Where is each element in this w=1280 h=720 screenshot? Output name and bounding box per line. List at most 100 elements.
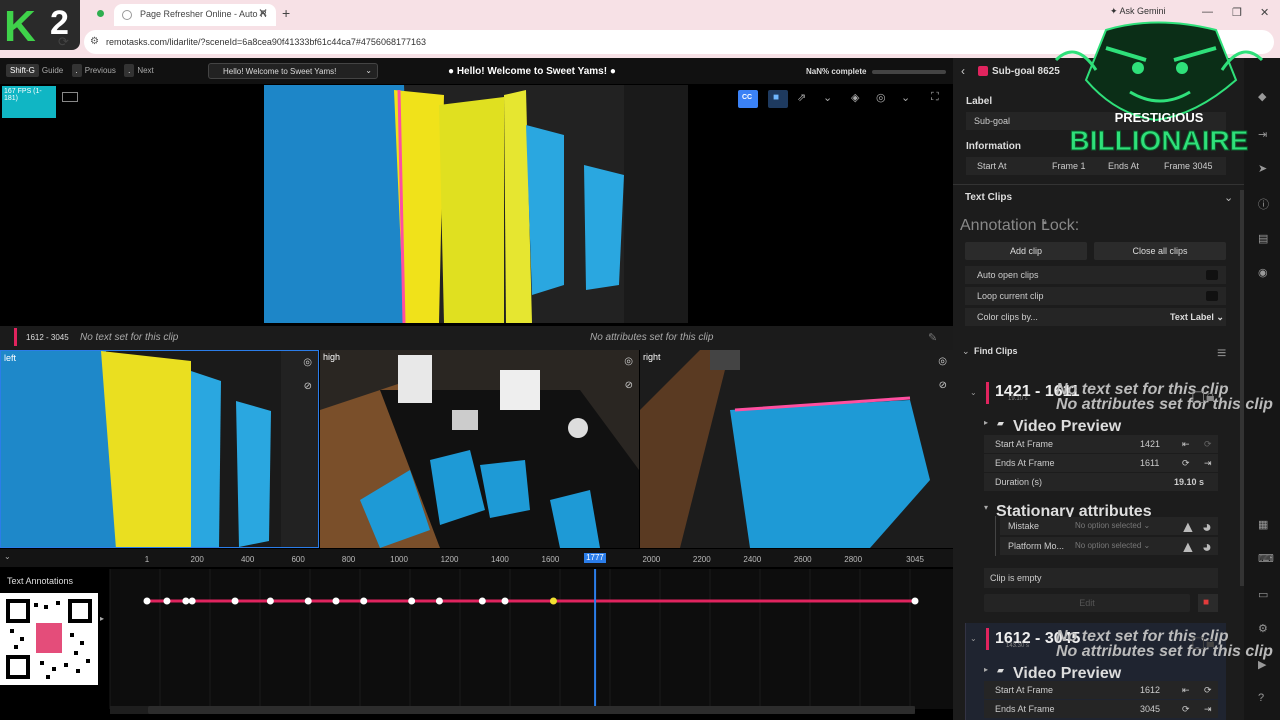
keyframe-dot[interactable] [188,597,196,605]
minimize-icon[interactable]: — [1202,6,1213,18]
left-hide-icon[interactable]: ⊘ [304,381,312,392]
text-clips-chevron-icon[interactable]: ⌄ [1224,191,1233,204]
clip1-end-value[interactable]: 1611 [1140,458,1159,468]
stationary-collapse-icon[interactable]: ▾ [984,503,988,512]
loop-current-clip-toggle[interactable] [1206,291,1218,301]
settings-gear-icon[interactable]: ⚙ [1258,622,1268,635]
fullscreen-icon[interactable]: ⛶ [931,91,939,104]
ask-gemini-button[interactable]: ✦ Ask Gemini [1110,6,1166,17]
right-target-icon[interactable]: ◎ [938,356,947,367]
mistake-warning-icon[interactable]: ▲ [1180,519,1196,537]
clip1-start-value[interactable]: 1421 [1140,439,1160,449]
clip2-reset-end-icon[interactable]: ⟳ [1182,704,1190,715]
edit-button[interactable]: Edit [984,594,1190,612]
info-icon[interactable]: ⓘ [1258,196,1269,212]
lock-icon[interactable]: 🔒︎ [1042,216,1047,227]
find-clips-chevron-icon[interactable]: ⌄ [962,346,970,357]
platform-warning-icon[interactable]: ▲ [1180,539,1196,557]
delete-icon[interactable]: ■ [1198,594,1218,612]
clip2-collapse-icon[interactable]: ⌄ [970,634,977,643]
right-hide-icon[interactable]: ⊘ [939,380,947,391]
high-target-icon[interactable]: ◎ [624,356,633,367]
next-link[interactable]: Next [137,66,153,75]
clip2-checkbox-icon[interactable]: ☐ [1191,634,1205,654]
keyframe-dot[interactable] [501,597,509,605]
main-3d-view[interactable] [264,85,688,323]
view-chevron-down-icon[interactable]: ⌄ [823,91,832,104]
platform-select[interactable]: No option selected ⌄ [1075,541,1150,550]
clip1-reset-end-icon[interactable]: ⟳ [1182,458,1190,469]
clip1-checkbox-icon[interactable]: ☐ [1191,388,1205,408]
mistake-palette-icon[interactable]: ◕ [1202,519,1212,537]
clip2-skip-end-icon[interactable]: ⇥ [1204,704,1212,715]
color-clips-by-row[interactable]: Color clips by... Text Label ⌄ [965,308,1226,326]
keyframe-dot[interactable] [549,597,557,605]
clip1-lock-icon[interactable]: 🔒︎ [1206,388,1215,406]
target-icon[interactable]: ◎ [876,91,886,104]
clip2-start-value[interactable]: 1612 [1140,685,1160,695]
clip1-skip-start-icon[interactable]: ⇤ [1182,439,1190,450]
grid-icon[interactable]: ▦ [1258,518,1268,531]
keyframe-dot[interactable] [911,597,919,605]
document-icon[interactable]: ▤ [1258,232,1268,245]
ruler-collapse-icon[interactable]: ⌄ [4,552,11,561]
play-square-icon[interactable]: ▶ [1258,658,1266,671]
filter-list-icon[interactable]: ≡ [1217,345,1226,363]
timeline-scrollbar[interactable] [110,706,915,714]
clip1-video-preview[interactable]: Video Preview [1013,418,1121,436]
clip2-end-value[interactable]: 3045 [1140,704,1160,714]
clip1-skip-end-icon[interactable]: ⇥ [1204,458,1212,469]
current-frame-badge[interactable]: 1777 [584,553,607,563]
restore-icon[interactable]: ❐ [1232,6,1242,19]
spiral-icon[interactable]: ◉ [1258,266,1268,279]
browser-tab[interactable]: Page Refresher Online - Auto R [114,4,276,26]
chat-icon[interactable]: ▭ [1258,588,1268,601]
help-icon[interactable]: ? [1258,692,1264,704]
keyboard-icon[interactable] [62,92,78,102]
close-window-icon[interactable]: ✕ [1260,6,1269,19]
close-all-clips-button[interactable]: Close all clips [1094,242,1226,260]
clip2-reset-start-icon[interactable]: ⟳ [1204,685,1212,696]
external-link-icon[interactable]: ⇗ [797,91,806,104]
keyframe-dot[interactable] [478,597,486,605]
camera-icon[interactable]: ■ [768,90,788,108]
keyframe-dot[interactable] [304,597,312,605]
keyboard-shortcuts-icon[interactable]: ⌨ [1258,552,1274,565]
video-preview-expand-icon[interactable]: ▸ [984,418,988,427]
keyframe-dot[interactable] [266,597,274,605]
target-chevron-down-icon[interactable]: ⌄ [901,91,910,104]
clip2-lock-icon[interactable]: 🔒︎ [1206,634,1215,652]
keyframe-dot[interactable] [360,597,368,605]
platform-palette-icon[interactable]: ◕ [1202,539,1212,557]
site-info-icon[interactable]: ⚙ [90,36,99,47]
left-target-icon[interactable]: ◎ [303,357,312,368]
timeline-scroll-thumb[interactable] [148,706,915,714]
welcome-dropdown[interactable]: Hello! Welcome to Sweet Yams! ⌄ [208,63,378,79]
keyframe-dot[interactable] [143,597,151,605]
back-chevron-icon[interactable]: ‹ [961,64,965,78]
keyframe-dot[interactable] [163,597,171,605]
edit-pencil-icon[interactable]: ✎ [928,331,937,344]
keyframe-dot[interactable] [435,597,443,605]
add-clip-button[interactable]: Add clip [965,242,1087,260]
previous-link[interactable]: Previous [85,66,116,75]
tab-close-icon[interactable]: ✕ [258,6,268,20]
reload-icon[interactable]: ⟳ [58,34,69,50]
keyframe-dot[interactable] [231,597,239,605]
timeline-ruler[interactable]: ⌄ 1 200 400 600 800 1000 1200 1400 1600 2000 2200 2… [0,549,953,567]
high-hide-icon[interactable]: ⊘ [625,380,633,391]
keyframe-dot[interactable] [332,597,340,605]
clip1-collapse-icon[interactable]: ⌄ [970,388,977,397]
camera-view-high[interactable]: high ◎ ⊘ [320,350,639,548]
camera-view-left[interactable]: left ◎ ⊘ [0,350,319,548]
captions-button[interactable]: CC [738,90,758,108]
keyframe-dot[interactable] [182,597,190,605]
mistake-select[interactable]: No option selected ⌄ [1075,521,1150,530]
timeline-track[interactable] [0,569,953,709]
auto-open-clips-toggle[interactable] [1206,270,1218,280]
keyframe-dot[interactable] [408,597,416,605]
camera-view-right[interactable]: right ◎ ⊘ [640,350,953,548]
guide-link[interactable]: Guide [42,66,63,75]
layers-icon[interactable]: ◈ [851,91,859,104]
timeline-side-arrow-icon[interactable]: ▸ [100,614,104,623]
